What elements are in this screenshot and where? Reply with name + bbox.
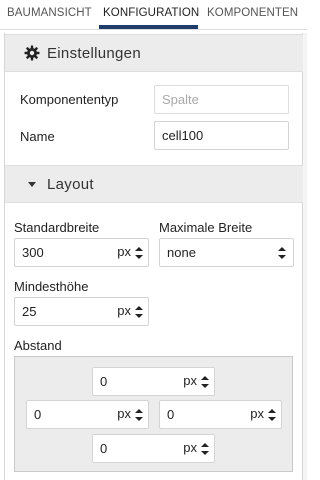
settings-section-header[interactable]: Einstellungen <box>5 34 303 72</box>
layout-section-header[interactable]: Layout <box>5 165 303 203</box>
spinner-icon[interactable] <box>201 443 209 455</box>
spinner-icon[interactable] <box>135 409 143 421</box>
tab-konfiguration[interactable]: KONFIGURATION <box>103 7 199 19</box>
spinner-icon[interactable] <box>135 247 143 259</box>
standard-width-unit: px <box>117 244 131 259</box>
spinner-icon[interactable] <box>135 306 143 318</box>
max-width-label: Maximale Breite <box>159 220 253 235</box>
spacing-bottom-input[interactable]: 0 px <box>92 434 215 463</box>
spacing-top-unit: px <box>183 373 197 388</box>
spacing-right-input[interactable]: 0 px <box>159 400 282 429</box>
spacing-bottom-unit: px <box>183 440 197 455</box>
tab-bar: BAUMANSICHT KONFIGURATION KOMPONENTEN <box>0 0 307 30</box>
min-height-unit: px <box>117 303 131 318</box>
settings-section-title: Einstellungen <box>47 45 141 62</box>
max-width-select[interactable]: none <box>159 238 294 267</box>
spinner-icon[interactable] <box>268 409 276 421</box>
tab-komponenten[interactable]: KOMPONENTEN <box>207 7 298 19</box>
min-height-input[interactable]: 25 px <box>14 297 149 326</box>
spacing-right-value: 0 <box>167 407 175 422</box>
spacing-top-input[interactable]: 0 px <box>92 367 215 396</box>
name-input[interactable]: cell100 <box>154 121 289 150</box>
name-label: Name <box>20 129 55 144</box>
select-arrow-icon <box>278 247 286 259</box>
standard-width-value: 300 <box>22 245 44 260</box>
spinner-icon[interactable] <box>201 376 209 388</box>
spacing-bottom-value: 0 <box>100 441 108 456</box>
component-type-label: Komponententyp <box>20 92 119 107</box>
component-type-field: Spalte <box>154 85 289 114</box>
scrollbar-track[interactable] <box>303 33 307 480</box>
min-height-value: 25 <box>22 304 37 319</box>
tab-baumansicht[interactable]: BAUMANSICHT <box>7 7 92 19</box>
min-height-label: Mindesthöhe <box>14 279 89 294</box>
caret-down-icon <box>28 182 36 187</box>
component-type-value: Spalte <box>162 92 199 107</box>
max-width-value: none <box>167 245 196 260</box>
spacing-left-value: 0 <box>34 407 42 422</box>
spacing-label: Abstand <box>14 338 62 353</box>
name-value: cell100 <box>162 128 204 143</box>
spacing-top-value: 0 <box>100 374 108 389</box>
standard-width-input[interactable]: 300 px <box>14 238 149 267</box>
spacing-left-unit: px <box>117 406 131 421</box>
gear-icon <box>24 45 40 61</box>
spacing-left-input[interactable]: 0 px <box>26 400 149 429</box>
active-tab-indicator <box>99 25 198 29</box>
spacing-right-unit: px <box>250 406 264 421</box>
standard-width-label: Standardbreite <box>14 220 100 235</box>
layout-section-title: Layout <box>47 176 94 193</box>
